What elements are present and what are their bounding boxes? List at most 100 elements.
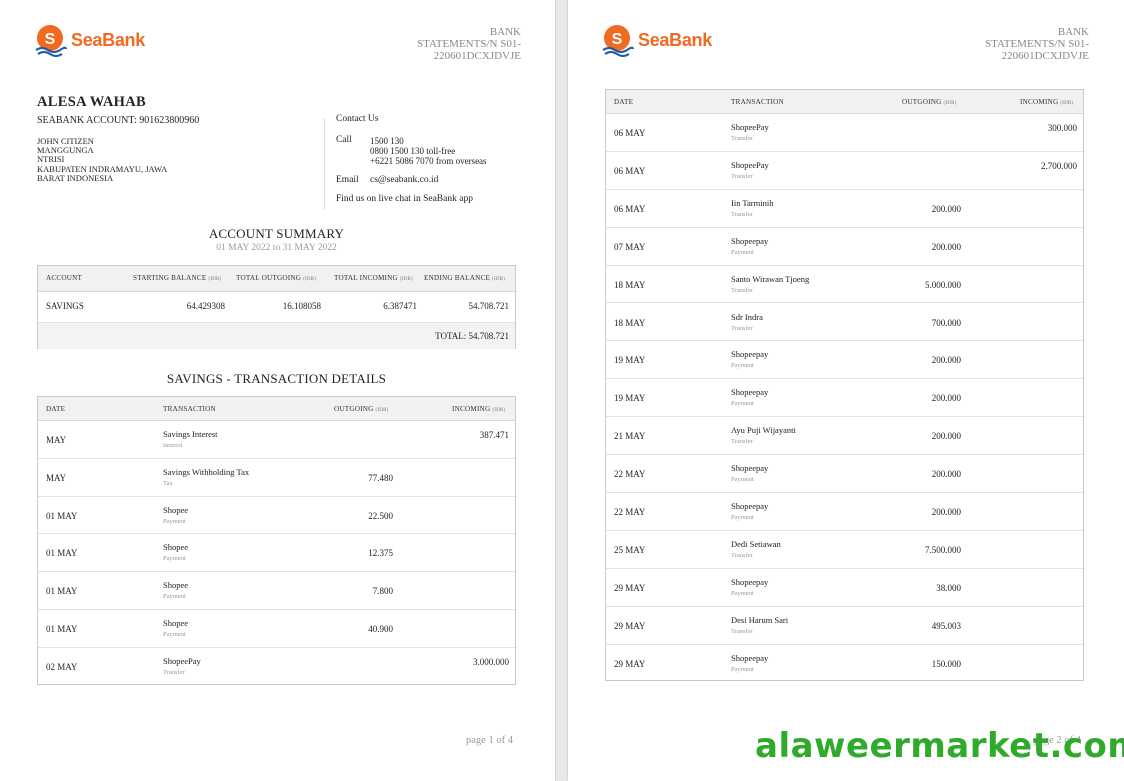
live-chat-note: Find us on live chat in SeaBank app (336, 194, 473, 204)
transaction-header-row: DATE TRANSACTION OUTGOING (IDR) INCOMING… (606, 90, 1083, 114)
seabank-logo-icon: S (33, 23, 67, 57)
row-transaction-name: Shopeepay (731, 652, 769, 663)
row-transaction-type: Payment (163, 517, 186, 525)
seabank-logo-icon: S (600, 23, 634, 57)
call-numbers: 1500 130 0800 1500 130 toll-free +6221 5… (370, 136, 487, 166)
row-transaction-name: Shopeepay (731, 235, 769, 246)
row-date: 18 MAY (614, 317, 646, 328)
table-row: 21 MAY Ayu Puji Wijayanti Transfer 200.000 (606, 417, 1083, 456)
row-date: 18 MAY (614, 279, 646, 290)
row-outgoing: 12.375 (368, 548, 393, 559)
email-address[interactable]: cs@seabank.co.id (370, 175, 438, 185)
row-date: 19 MAY (614, 355, 646, 366)
row-transaction-type: Interest (163, 442, 183, 449)
seabank-logo: S SeaBank (600, 23, 712, 57)
row-outgoing: 40.900 (368, 624, 393, 634)
row-incoming: 2.700.000 (1041, 160, 1077, 171)
row-transaction-type: Transfer (731, 286, 753, 294)
email-label: Email (336, 175, 359, 185)
header-outgoing: OUTGOING (IDR) (902, 98, 957, 106)
row-date: MAY (46, 472, 67, 483)
row-date: 01 MAY (46, 548, 78, 559)
row-outgoing: 200.000 (931, 507, 961, 517)
row-outgoing: 495.003 (931, 620, 961, 631)
call-label: Call (336, 135, 352, 145)
row-outgoing: 200.000 (931, 203, 961, 214)
summary-total: TOTAL: 54.708.721 (435, 331, 509, 341)
row-transaction-name: ShopeePay (731, 159, 769, 170)
table-row: MAY Savings Withholding Tax Tax 77.480 (38, 459, 515, 497)
statement-ref-line: BANK (489, 26, 521, 38)
table-row: 01 MAY Shopee Payment 12.375 (38, 534, 515, 573)
row-transaction-type: Payment (731, 362, 754, 370)
row-transaction-name: Dedi Setiawan (731, 538, 781, 549)
row-date: 22 MAY (614, 507, 646, 517)
table-row: 01 MAY Shopee Payment 22.500 (38, 497, 515, 535)
summary-header-row: ACCOUNT STARTING BALANCE (IDR) TOTAL OUT… (38, 266, 515, 292)
statement-page-2: S SeaBank BANK STATEMENTS/N S01- 220601D… (568, 0, 1124, 781)
table-row: 06 MAY Iin Tarminih Transfer 200.000 (606, 190, 1083, 228)
row-transaction-type: Transfer (731, 324, 753, 332)
watermark: alaweermarket.com (755, 726, 1124, 766)
address-line: BARAT INDONESIA (37, 172, 114, 183)
row-transaction-name: Shopeepay (731, 501, 769, 511)
row-outgoing: 38.000 (936, 582, 961, 593)
row-transaction-type: Transfer (163, 668, 185, 676)
row-transaction-type: Payment (731, 248, 754, 256)
row-transaction-type: Payment (163, 593, 186, 601)
table-row: 18 MAY Sdr Indra Transfer 700.000 (606, 304, 1083, 342)
row-transaction-name: Santo Wirawan Tjoeng (731, 273, 810, 284)
table-row: 22 MAY Shopeepay Payment 200.000 (606, 493, 1083, 531)
row-transaction-name: Shopee (163, 580, 189, 591)
row-outgoing: 200.000 (931, 393, 961, 404)
table-row: 01 MAY Shopee Payment 7.800 (38, 572, 515, 610)
row-date: 25 MAY (614, 544, 646, 555)
row-date: 02 MAY (46, 661, 78, 672)
account-summary-title: ACCOUNT SUMMARY (208, 226, 345, 241)
row-date: 29 MAY (614, 582, 646, 593)
row-transaction-name: Shopeepay (731, 349, 769, 360)
row-outgoing: 7.800 (372, 586, 393, 597)
row-date: 07 MAY (614, 241, 646, 252)
row-outgoing: 5.000.000 (925, 279, 961, 290)
header-date: DATE (614, 98, 634, 106)
row-transaction-name: ShopeePay (731, 122, 769, 132)
summary-total-incoming: 6.387471 (383, 301, 417, 311)
row-outgoing: 150.000 (931, 658, 961, 669)
table-row: 02 MAY ShopeePay Transfer 3.000.000 (38, 648, 515, 686)
account-summary-table: ACCOUNT STARTING BALANCE (IDR) TOTAL OUT… (37, 265, 516, 349)
row-transaction-name: Shopeepay (731, 463, 769, 474)
statement-ref-line: STATEMENTS/N S01- (417, 38, 521, 50)
header-transaction: TRANSACTION (163, 405, 216, 413)
row-transaction-type: Payment (163, 631, 186, 638)
row-outgoing: 200.000 (931, 431, 961, 442)
header-transaction: TRANSACTION (731, 98, 784, 106)
row-outgoing: 200.000 (931, 241, 961, 252)
row-outgoing: 22.500 (368, 510, 393, 521)
row-date: 06 MAY (614, 203, 646, 214)
row-transaction-type: Payment (731, 476, 754, 484)
summary-header-ending: ENDING BALANCE (IDR) (424, 274, 506, 282)
row-date: MAY (46, 435, 67, 445)
summary-starting-balance: 64.429308 (186, 301, 225, 311)
header-incoming: INCOMING (IDR) (452, 405, 506, 413)
account-holder-name: ALESA WAHAB (37, 94, 146, 110)
header-outgoing: OUTGOING (IDR) (334, 405, 389, 413)
row-transaction-name: Shopee (163, 504, 189, 515)
summary-row-savings: SAVINGS 64.429308 16.108058 6.387471 54.… (38, 292, 515, 323)
holder-address: JOHN CITIZEN MANGGUNGA NTRISI KABUPATEN … (37, 136, 197, 183)
call-number: 0800 1500 130 toll-free (370, 146, 456, 156)
statement-reference: BANK STATEMENTS/N S01- 220601DCXJDVJE (406, 26, 521, 62)
row-transaction-type: Transfer (731, 210, 753, 218)
account-number: SEABANK ACCOUNT: 901623800960 (37, 115, 200, 126)
row-transaction-type: Payment (163, 555, 186, 563)
row-transaction-name: Savings Interest (163, 429, 218, 439)
row-outgoing: 7.500.000 (925, 544, 961, 555)
row-transaction-type: Payment (731, 400, 754, 408)
table-row: 29 MAY Shopeepay Payment 38.000 (606, 569, 1083, 607)
summary-ending-balance: 54.708.721 (468, 301, 510, 311)
table-row: 29 MAY Desi Harum Sari Transfer 495.003 (606, 607, 1083, 645)
table-row: 29 MAY Shopeepay Payment 150.000 (606, 645, 1083, 683)
page-number: page 1 of 4 (466, 735, 513, 746)
statement-period: 01 MAY 2022 to 31 MAY 2022 (216, 243, 337, 253)
